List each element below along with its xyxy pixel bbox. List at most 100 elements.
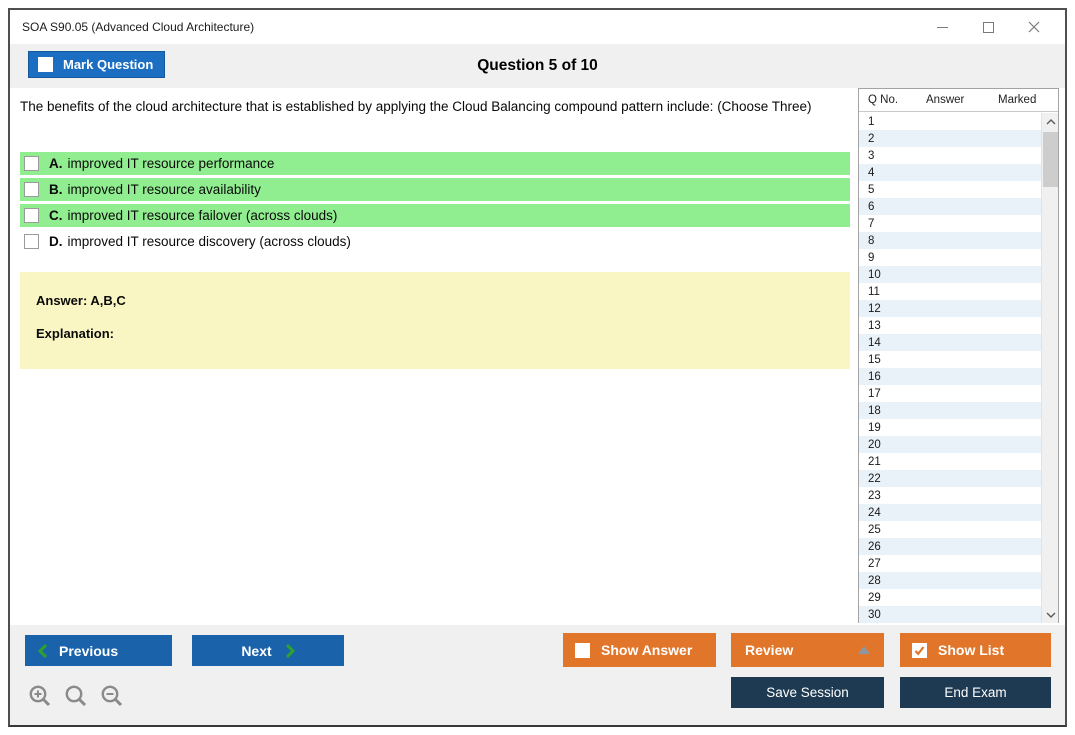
list-item[interactable]: 5 bbox=[859, 181, 1041, 198]
scroll-up-button[interactable] bbox=[1042, 113, 1059, 130]
list-cell-q_no: 27 bbox=[868, 557, 881, 570]
option-checkbox-a[interactable] bbox=[24, 156, 39, 171]
list-cell-q_no: 26 bbox=[868, 540, 881, 553]
list-item[interactable]: 4 bbox=[859, 164, 1041, 181]
end-exam-label: End Exam bbox=[944, 685, 1007, 700]
list-cell-q_no: 7 bbox=[868, 217, 875, 230]
list-item[interactable]: 25 bbox=[859, 521, 1041, 538]
review-button[interactable]: Review bbox=[731, 633, 884, 667]
window-title: SOA S90.05 (Advanced Cloud Architecture) bbox=[22, 20, 255, 34]
options-list: A. improved IT resource performance B. i… bbox=[20, 152, 850, 256]
column-marked: Marked bbox=[998, 94, 1037, 106]
list-item[interactable]: 10 bbox=[859, 266, 1041, 283]
scrollbar-thumb[interactable] bbox=[1043, 132, 1058, 187]
list-cell-q_no: 28 bbox=[868, 574, 881, 587]
list-cell-q_no: 29 bbox=[868, 591, 881, 604]
option-checkbox-d[interactable] bbox=[24, 234, 39, 249]
show-list-button[interactable]: Show List bbox=[900, 633, 1051, 667]
question-list-scrollbar[interactable] bbox=[1041, 113, 1058, 623]
mark-question-label: Mark Question bbox=[63, 57, 154, 72]
list-cell-q_no: 15 bbox=[868, 353, 881, 366]
show-list-checkbox[interactable] bbox=[912, 642, 927, 658]
list-item[interactable]: 23 bbox=[859, 487, 1041, 504]
list-item[interactable]: 18 bbox=[859, 402, 1041, 419]
option-letter: D. bbox=[49, 234, 63, 249]
option-text: improved IT resource failover (across cl… bbox=[67, 208, 338, 223]
list-cell-q_no: 30 bbox=[868, 608, 881, 621]
list-cell-q_no: 21 bbox=[868, 455, 881, 468]
list-cell-q_no: 22 bbox=[868, 472, 881, 485]
option-checkbox-b[interactable] bbox=[24, 182, 39, 197]
zoom-out-icon[interactable] bbox=[99, 683, 126, 710]
list-item[interactable]: 17 bbox=[859, 385, 1041, 402]
list-item[interactable]: 3 bbox=[859, 147, 1041, 164]
list-item[interactable]: 7 bbox=[859, 215, 1041, 232]
save-session-button[interactable]: Save Session bbox=[731, 677, 884, 708]
previous-label: Previous bbox=[59, 642, 119, 659]
list-item[interactable]: 22 bbox=[859, 470, 1041, 487]
zoom-in-icon[interactable] bbox=[27, 683, 54, 710]
list-cell-q_no: 11 bbox=[868, 285, 880, 298]
list-cell-q_no: 4 bbox=[868, 166, 875, 179]
list-cell-q_no: 13 bbox=[868, 319, 881, 332]
list-cell-q_no: 2 bbox=[868, 132, 875, 145]
close-icon bbox=[1028, 21, 1040, 33]
main-area: The benefits of the cloud architecture t… bbox=[10, 88, 1065, 625]
list-cell-q_no: 6 bbox=[868, 200, 875, 213]
list-item[interactable]: 29 bbox=[859, 589, 1041, 606]
list-cell-q_no: 14 bbox=[868, 336, 881, 349]
zoom-reset-icon[interactable] bbox=[63, 683, 90, 710]
minimize-icon bbox=[936, 26, 948, 28]
show-answer-label: Show Answer bbox=[601, 642, 693, 658]
list-item[interactable]: 26 bbox=[859, 538, 1041, 555]
option-text: improved IT resource availability bbox=[67, 182, 261, 197]
list-cell-q_no: 3 bbox=[868, 149, 875, 162]
list-item[interactable]: 20 bbox=[859, 436, 1041, 453]
list-item[interactable]: 9 bbox=[859, 249, 1041, 266]
chevron-left-icon bbox=[38, 643, 47, 658]
show-answer-button[interactable]: Show Answer bbox=[563, 633, 716, 667]
list-item[interactable]: 8 bbox=[859, 232, 1041, 249]
list-item[interactable]: 6 bbox=[859, 198, 1041, 215]
mark-question-button[interactable]: Mark Question bbox=[28, 51, 165, 78]
show-answer-checkbox[interactable] bbox=[575, 642, 590, 658]
list-item[interactable]: 24 bbox=[859, 504, 1041, 521]
list-item[interactable]: 15 bbox=[859, 351, 1041, 368]
option-text: improved IT resource discovery (across c… bbox=[67, 234, 351, 249]
list-item[interactable]: 12 bbox=[859, 300, 1041, 317]
mark-question-checkbox[interactable] bbox=[38, 57, 53, 72]
option-checkbox-c[interactable] bbox=[24, 208, 39, 223]
question-list-header: Q No. Answer Marked bbox=[859, 89, 1058, 112]
list-item[interactable]: 2 bbox=[859, 130, 1041, 147]
maximize-button[interactable] bbox=[965, 12, 1011, 42]
app-window: SOA S90.05 (Advanced Cloud Architecture)… bbox=[8, 8, 1067, 727]
scroll-down-button[interactable] bbox=[1042, 606, 1059, 623]
question-list-panel: Q No. Answer Marked 1 2 3 4 5 6 7 8 9 10 11 12 13 14 1… bbox=[858, 88, 1059, 623]
end-exam-button[interactable]: End Exam bbox=[900, 677, 1051, 708]
option-row-c[interactable]: C. improved IT resource failover (across… bbox=[20, 204, 850, 227]
list-item[interactable]: 1 bbox=[859, 113, 1041, 130]
list-item[interactable]: 13 bbox=[859, 317, 1041, 334]
next-button[interactable]: Next bbox=[192, 635, 344, 666]
list-item[interactable]: 11 bbox=[859, 283, 1041, 300]
list-cell-q_no: 1 bbox=[868, 115, 875, 128]
list-item[interactable]: 19 bbox=[859, 419, 1041, 436]
option-row-d[interactable]: D. improved IT resource discovery (acros… bbox=[20, 230, 850, 253]
close-button[interactable] bbox=[1011, 12, 1057, 42]
list-item[interactable]: 30 bbox=[859, 606, 1041, 623]
list-cell-q_no: 24 bbox=[868, 506, 881, 519]
chevron-right-icon bbox=[285, 643, 295, 658]
previous-button[interactable]: Previous bbox=[25, 635, 172, 666]
list-item[interactable]: 16 bbox=[859, 368, 1041, 385]
list-item[interactable]: 21 bbox=[859, 453, 1041, 470]
minimize-button[interactable] bbox=[919, 12, 965, 42]
list-cell-q_no: 12 bbox=[868, 302, 881, 315]
list-item[interactable]: 14 bbox=[859, 334, 1041, 351]
list-cell-q_no: 17 bbox=[868, 387, 881, 400]
option-row-b[interactable]: B. improved IT resource availability bbox=[20, 178, 850, 201]
list-item[interactable]: 27 bbox=[859, 555, 1041, 572]
list-cell-q_no: 18 bbox=[868, 404, 881, 417]
list-cell-q_no: 20 bbox=[868, 438, 881, 451]
list-item[interactable]: 28 bbox=[859, 572, 1041, 589]
option-row-a[interactable]: A. improved IT resource performance bbox=[20, 152, 850, 175]
